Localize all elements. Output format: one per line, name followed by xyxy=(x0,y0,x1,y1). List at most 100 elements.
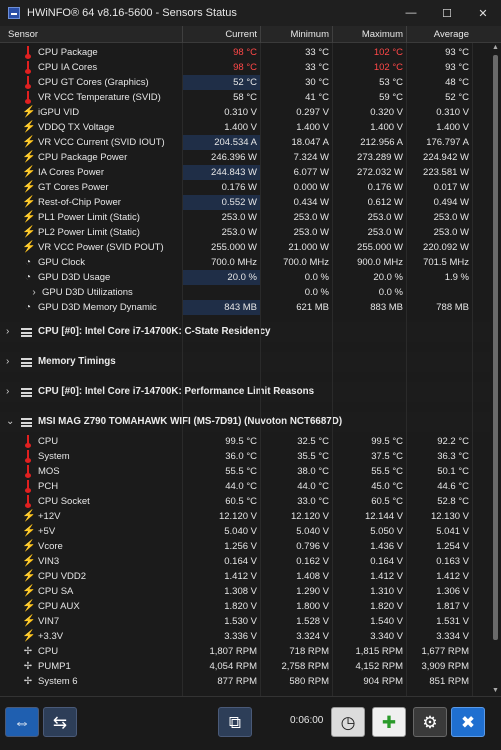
sensor-row[interactable]: ⚡ VR VCC Power (SVID POUT) 255.000 W 21.000… xyxy=(0,240,490,255)
sensor-group-header[interactable]: › CPU [#0]: Intel Core i7-14700K: Perform… xyxy=(0,382,490,402)
sensor-minimum-value: 0.0 % xyxy=(304,272,329,283)
sensor-maximum-value: 20.0 % xyxy=(373,272,403,283)
expand-chevron-icon[interactable]: › xyxy=(6,322,9,342)
sensor-current-value: 3.336 V xyxy=(224,631,257,642)
reset-timer-button[interactable]: ◷ xyxy=(331,707,365,737)
sensor-row[interactable]: ⚡ VIN3 0.164 V 0.162 V 0.164 V 0.163 V xyxy=(0,554,490,569)
thermometer-icon xyxy=(22,76,34,89)
sensor-maximum-value: 0.612 W xyxy=(367,197,403,208)
sensor-row[interactable]: ⚡ IA Cores Power 244.843 W 6.077 W 272.032 W… xyxy=(0,165,490,180)
sensor-current-value: 204.534 A xyxy=(182,135,260,150)
scroll-thumb[interactable] xyxy=(493,55,498,640)
sensor-group-header[interactable]: › CPU [#0]: Intel Core i7-14700K: C-State… xyxy=(0,322,490,342)
voltage-icon: ⚡ xyxy=(22,136,36,148)
sensor-row[interactable]: PCH 44.0 °C 44.0 °C 45.0 °C 44.6 °C xyxy=(0,479,490,494)
sensor-maximum-value: 212.956 A xyxy=(360,137,403,148)
scroll-up-arrow-icon[interactable]: ▲ xyxy=(490,43,501,53)
sensor-maximum-value: 45.0 °C xyxy=(371,481,403,492)
sensor-row[interactable]: CPU Socket 60.5 °C 33.0 °C 60.5 °C 52.8 °C xyxy=(0,494,490,509)
sensor-row[interactable]: CPU Package 98 °C 33 °C 102 °C 93 °C xyxy=(0,45,490,60)
sensor-row[interactable]: ✢ System 6 877 RPM 580 RPM 904 RPM 851 RPM xyxy=(0,674,490,689)
sensor-label: CPU AUX xyxy=(38,601,80,612)
sensor-label: CPU Package Power xyxy=(38,152,128,163)
sensor-row[interactable]: ⚡ +12V 12.120 V 12.120 V 12.144 V 12.130 V xyxy=(0,509,490,524)
sensor-group-icon xyxy=(21,358,32,367)
column-header-maximum[interactable]: Maximum xyxy=(332,26,406,43)
sensor-row[interactable]: ✢ CPU 1,807 RPM 718 RPM 1,815 RPM 1,677 RPM xyxy=(0,644,490,659)
sensor-row[interactable]: CPU GT Cores (Graphics) 52 °C 30 °C 53 °C 48… xyxy=(0,75,490,90)
sensor-row[interactable]: ⚡ GT Cores Power 0.176 W 0.000 W 0.176 W 0.01… xyxy=(0,180,490,195)
sensor-maximum-value: 37.5 °C xyxy=(371,451,403,462)
sensor-row[interactable]: ⚡ VDDQ TX Voltage 1.400 V 1.400 V 1.400 V 1.4… xyxy=(0,120,490,135)
sensor-row[interactable]: ◔ GPU D3D Usage 20.0 % 0.0 % 20.0 % 1.9 % xyxy=(0,270,490,285)
sensor-average-value: 52 °C xyxy=(445,92,469,103)
expand-chevron-icon[interactable]: › xyxy=(6,382,9,402)
sensor-maximum-value: 0.320 V xyxy=(370,107,403,118)
logging-button[interactable]: ✚ xyxy=(372,707,406,737)
close-window-button[interactable]: ✕ xyxy=(465,0,501,26)
scroll-down-arrow-icon[interactable]: ▼ xyxy=(490,686,501,696)
sensor-row[interactable]: VR VCC Temperature (SVID) 58 °C 41 °C 59 °C… xyxy=(0,90,490,105)
sensor-row[interactable]: ⚡ VR VCC Current (SVID IOUT) 204.534 A 18.0… xyxy=(0,135,490,150)
sensor-maximum-value: 1.540 V xyxy=(370,616,403,627)
expand-chevron-icon[interactable]: ⌄ xyxy=(6,412,14,432)
minimize-button[interactable]: — xyxy=(393,0,429,26)
expand-chevron-icon[interactable]: › xyxy=(6,352,9,372)
sensor-row[interactable]: ⚡ +5V 5.040 V 5.040 V 5.050 V 5.041 V xyxy=(0,524,490,539)
close-sensors-button[interactable]: ✖ xyxy=(451,707,485,737)
collapse-columns-button[interactable]: ⇆ xyxy=(43,707,77,737)
vertical-scrollbar[interactable]: ▲ ▼ xyxy=(490,43,501,696)
column-header-current[interactable]: Current xyxy=(182,26,260,43)
sensor-row[interactable]: ⚡ CPU Package Power 246.396 W 7.324 W 273.28… xyxy=(0,150,490,165)
sensor-row[interactable]: ⚡ PL2 Power Limit (Static) 253.0 W 253.0 W 2… xyxy=(0,225,490,240)
expand-collapse-button[interactable]: ⇔ xyxy=(5,707,39,737)
sensor-group-header[interactable]: › Memory Timings xyxy=(0,352,490,372)
sensor-maximum-value: 60.5 °C xyxy=(371,496,403,507)
sensor-label: PL2 Power Limit (Static) xyxy=(38,227,140,238)
sensor-label: PUMP1 xyxy=(38,661,71,672)
sensor-label: CPU xyxy=(38,436,59,447)
sensor-maximum-value: 99.5 °C xyxy=(371,436,403,447)
network-button[interactable]: ⧉ xyxy=(218,707,252,737)
sensor-average-value: 224.942 W xyxy=(423,152,469,163)
title-bar: HWiNFO® 64 v8.16-5600 - Sensors Status —… xyxy=(0,0,501,26)
maximize-button[interactable]: ☐ xyxy=(429,0,465,26)
sensor-row[interactable]: ⚡ +3.3V 3.336 V 3.324 V 3.340 V 3.334 V xyxy=(0,629,490,644)
sensor-maximum-value: 883 MB xyxy=(370,302,403,313)
sensor-minimum-value: 44.0 °C xyxy=(297,481,329,492)
sensor-row[interactable]: ⚡ CPU SA 1.308 V 1.290 V 1.310 V 1.306 V xyxy=(0,584,490,599)
sensor-minimum-value: 253.0 W xyxy=(293,227,329,238)
settings-button[interactable]: ⚙ xyxy=(413,707,447,737)
sensor-current-value: 0.176 W xyxy=(221,182,257,193)
sensor-row[interactable]: › GPU D3D Utilizations 0.0 % 0.0 % xyxy=(0,285,490,300)
sensor-group-header[interactable]: ⌄ MSI MAG Z790 TOMAHAWK WIFI (MS-7D91) (N… xyxy=(0,412,490,432)
column-header-average[interactable]: Average xyxy=(406,26,472,43)
sensor-row[interactable]: ✢ PUMP1 4,054 RPM 2,758 RPM 4,152 RPM 3,909 R… xyxy=(0,659,490,674)
column-header-sensor[interactable]: Sensor xyxy=(8,26,38,43)
sensor-row[interactable]: ⚡ PL1 Power Limit (Static) 253.0 W 253.0 W 2… xyxy=(0,210,490,225)
sensor-row[interactable]: ⚡ Rest-of-Chip Power 0.552 W 0.434 W 0.612 W… xyxy=(0,195,490,210)
sensor-group-icon xyxy=(21,328,32,337)
sensor-row[interactable]: ⚡ Vcore 1.256 V 0.796 V 1.436 V 1.254 V xyxy=(0,539,490,554)
sensor-row[interactable]: ◔ GPU Clock 700.0 MHz 700.0 MHz 900.0 MHz 701… xyxy=(0,255,490,270)
column-header: Sensor Current Minimum Maximum Average xyxy=(0,26,501,43)
sensor-row[interactable]: System 36.0 °C 35.5 °C 37.5 °C 36.3 °C xyxy=(0,449,490,464)
sensor-current-value: 0.552 W xyxy=(182,195,260,210)
sensor-row[interactable]: ⚡ VIN7 1.530 V 1.528 V 1.540 V 1.531 V xyxy=(0,614,490,629)
sensor-row[interactable]: ⚡ CPU VDD2 1.412 V 1.408 V 1.412 V 1.412 V xyxy=(0,569,490,584)
sensor-row[interactable]: ◔ GPU D3D Memory Dynamic 843 MB 621 MB 883 M… xyxy=(0,300,490,315)
sensor-list[interactable]: CPU Package 98 °C 33 °C 102 °C 93 °C CPU IA C… xyxy=(0,43,490,696)
sensor-row[interactable]: ⚡ CPU AUX 1.820 V 1.800 V 1.820 V 1.817 V xyxy=(0,599,490,614)
sensor-minimum-value: 1.290 V xyxy=(296,586,329,597)
sensor-row[interactable]: CPU 99.5 °C 32.5 °C 99.5 °C 92.2 °C xyxy=(0,434,490,449)
sensor-row[interactable]: MOS 55.5 °C 38.0 °C 55.5 °C 50.1 °C xyxy=(0,464,490,479)
column-header-minimum[interactable]: Minimum xyxy=(260,26,332,43)
sensor-average-value: 5.041 V xyxy=(436,526,469,537)
sensor-maximum-value: 1.310 V xyxy=(370,586,403,597)
sensor-current-value: 244.843 W xyxy=(182,165,260,180)
chevron-right-icon[interactable]: › xyxy=(28,286,40,299)
sensor-row[interactable]: CPU IA Cores 98 °C 33 °C 102 °C 93 °C xyxy=(0,60,490,75)
sensor-current-value: 99.5 °C xyxy=(225,436,257,447)
close-icon: ✖ xyxy=(460,713,476,732)
sensor-row[interactable]: ⚡ iGPU VID 0.310 V 0.297 V 0.320 V 0.310 V xyxy=(0,105,490,120)
